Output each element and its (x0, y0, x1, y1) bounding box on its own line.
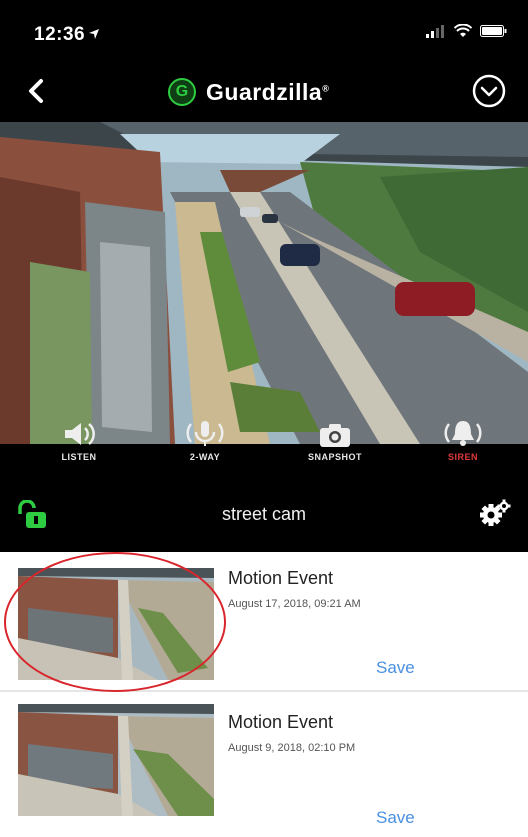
listen-label: LISTEN (61, 452, 97, 462)
nav-bar: G Guardzilla® (0, 68, 528, 122)
chevron-down-circle-icon (472, 74, 506, 108)
status-icons (426, 23, 508, 43)
event-date: August 9, 2018, 02:10 PM (228, 742, 356, 754)
list-item[interactable]: Motion Event August 9, 2018, 02:10 PM Sa… (0, 692, 528, 827)
save-button[interactable]: Save (376, 808, 415, 828)
listen-control[interactable]: LISTEN (34, 418, 124, 462)
gear-icon[interactable] (478, 498, 512, 533)
wifi-icon (453, 23, 473, 43)
event-title: Motion Event (228, 712, 334, 732)
highlight-circle-annotation (4, 552, 226, 692)
bell-icon (444, 421, 482, 446)
camera-icon (320, 424, 350, 447)
chevron-left-icon (29, 79, 43, 103)
controls-bar: LISTEN 2-WAY SNAPSHOT SIREN (0, 421, 528, 472)
event-date: August 17, 2018, 09:21 AM (228, 598, 361, 610)
event-title: Motion Event (228, 568, 334, 588)
siren-control[interactable]: SIREN (418, 418, 508, 462)
battery-icon (480, 24, 508, 43)
save-button[interactable]: Save (376, 658, 415, 678)
status-bar: 12:36 (0, 0, 528, 68)
app-header: 12:36 G Guardzilla® (0, 0, 528, 122)
snapshot-label: SNAPSHOT (307, 452, 362, 462)
camera-name: street cam (221, 504, 307, 524)
event-thumbnail[interactable] (18, 704, 214, 816)
back-button[interactable] (22, 76, 52, 106)
location-arrow-icon (88, 27, 100, 45)
status-time: 12:36 (34, 24, 86, 45)
two-way-control[interactable]: 2-WAY (160, 418, 250, 462)
speaker-icon (65, 423, 95, 445)
signal-icon (426, 24, 446, 43)
live-camera-view[interactable] (0, 122, 528, 444)
app-name: Guardzilla® (206, 78, 330, 105)
camera-feed-image (0, 122, 528, 444)
app-logo: G Guardzilla® (168, 78, 329, 106)
siren-label: SIREN (447, 452, 478, 462)
microphone-icon (186, 421, 224, 446)
snapshot-control[interactable]: SNAPSHOT (290, 418, 380, 462)
dropdown-menu-button[interactable] (472, 74, 506, 108)
logo-mark: G (168, 78, 196, 106)
two-way-label: 2-WAY (189, 452, 221, 462)
camera-name-bar: street cam (0, 472, 528, 552)
